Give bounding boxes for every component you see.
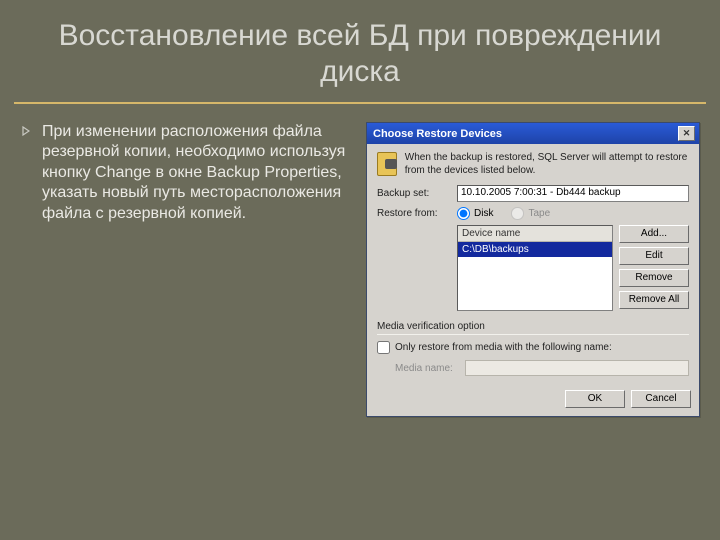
only-restore-checkbox-row[interactable]: Only restore from media with the followi… xyxy=(377,341,689,354)
backup-media-icon xyxy=(377,152,397,176)
radio-tape-input xyxy=(511,207,524,220)
radio-disk-label: Disk xyxy=(474,208,493,219)
radio-tape: Tape xyxy=(511,207,550,220)
device-area: Device name C:\DB\backups Add... Edit Re… xyxy=(377,225,689,311)
dialog-title: Choose Restore Devices xyxy=(373,128,502,140)
radio-tape-label: Tape xyxy=(528,208,550,219)
device-listbox[interactable]: Device name C:\DB\backups xyxy=(457,225,613,311)
only-restore-label: Only restore from media with the followi… xyxy=(395,342,612,353)
backup-set-label: Backup set: xyxy=(377,188,451,199)
media-name-label: Media name: xyxy=(395,363,459,374)
backup-set-field[interactable]: 10.10.2005 7:00:31 - Db444 backup xyxy=(457,185,689,202)
media-verification-label: Media verification option xyxy=(377,321,689,332)
media-name-row: Media name: xyxy=(395,360,689,376)
dialog-column: Choose Restore Devices ✕ When the backup… xyxy=(366,122,708,417)
only-restore-checkbox[interactable] xyxy=(377,341,390,354)
restore-dialog: Choose Restore Devices ✕ When the backup… xyxy=(366,122,700,417)
device-buttons: Add... Edit Remove Remove All xyxy=(619,225,689,311)
bullet-column: При изменении расположения файла резервн… xyxy=(22,122,352,417)
slide-title: Восстановление всей БД при повреждении д… xyxy=(0,0,720,94)
close-icon[interactable]: ✕ xyxy=(678,126,695,141)
dialog-footer: OK Cancel xyxy=(367,384,699,416)
dialog-titlebar[interactable]: Choose Restore Devices ✕ xyxy=(367,123,699,144)
hint-text: When the backup is restored, SQL Server … xyxy=(405,152,689,177)
slide: Восстановление всей БД при повреждении д… xyxy=(0,0,720,540)
bullet-item: При изменении расположения файла резервн… xyxy=(22,122,352,224)
device-list-header[interactable]: Device name xyxy=(458,226,612,242)
dialog-body: When the backup is restored, SQL Server … xyxy=(367,144,699,384)
remove-button[interactable]: Remove xyxy=(619,269,689,287)
radio-disk-input[interactable] xyxy=(457,207,470,220)
media-name-field xyxy=(465,360,689,376)
content-row: При изменении расположения файла резервн… xyxy=(0,104,720,417)
cancel-button[interactable]: Cancel xyxy=(631,390,691,408)
hint-row: When the backup is restored, SQL Server … xyxy=(377,152,689,177)
backup-set-row: Backup set: 10.10.2005 7:00:31 - Db444 b… xyxy=(377,185,689,202)
remove-all-button[interactable]: Remove All xyxy=(619,291,689,309)
bullet-text: При изменении расположения файла резервн… xyxy=(42,122,352,224)
add-button[interactable]: Add... xyxy=(619,225,689,243)
edit-button[interactable]: Edit xyxy=(619,247,689,265)
restore-from-label: Restore from: xyxy=(377,208,451,219)
divider xyxy=(377,334,689,335)
ok-button[interactable]: OK xyxy=(565,390,625,408)
device-list-item[interactable]: C:\DB\backups xyxy=(458,242,612,257)
restore-from-radios: Disk Tape xyxy=(457,207,550,220)
device-spacer xyxy=(377,225,451,311)
restore-from-row: Restore from: Disk Tape xyxy=(377,207,689,220)
radio-disk[interactable]: Disk xyxy=(457,207,493,220)
bullet-icon xyxy=(22,122,32,224)
